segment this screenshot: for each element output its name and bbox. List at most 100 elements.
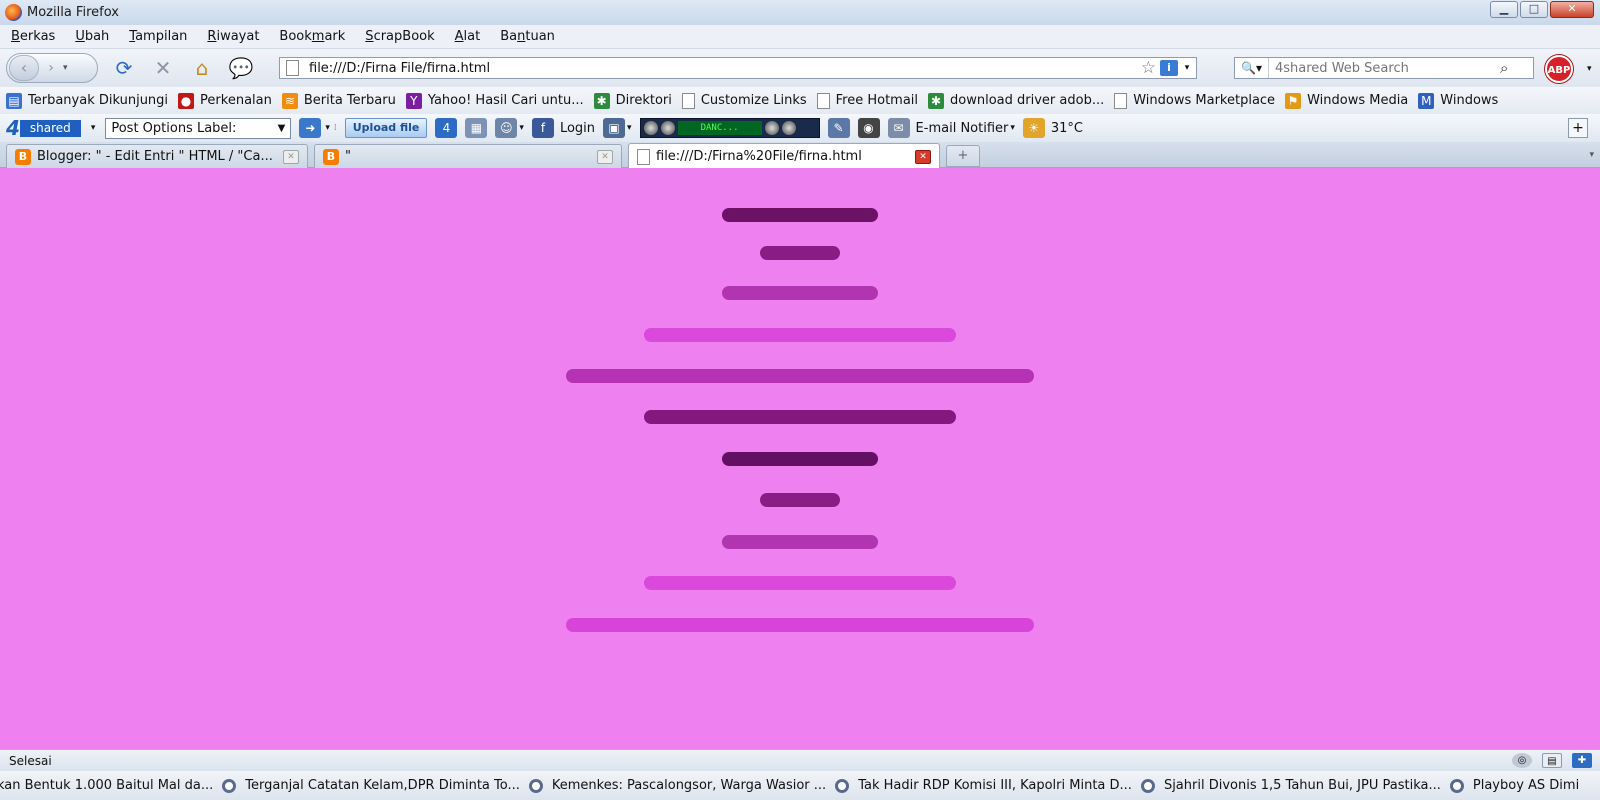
news-item[interactable]: kan Bentuk 1.000 Baitul Mal da... — [0, 778, 213, 793]
tab-blogger-edit[interactable]: B Blogger: " - Edit Entri " HTML / "Ca..… — [6, 144, 308, 168]
facebook-icon[interactable]: f — [531, 118, 554, 138]
record-icon[interactable]: ◉ — [857, 118, 880, 138]
star-icon[interactable]: ☆ — [1141, 58, 1156, 78]
notes-icon[interactable]: ▤ — [1542, 753, 1562, 768]
firefox-icon — [5, 4, 22, 21]
bookmark-item[interactable]: M Windows — [1418, 92, 1499, 109]
upload-file-button[interactable]: Upload file — [344, 118, 428, 138]
post-options-select[interactable]: Post Options Label: ▼ — [105, 117, 292, 139]
close-tab-icon[interactable]: ✕ — [597, 149, 613, 164]
weather-temperature[interactable]: 31°C — [1051, 121, 1083, 136]
bookmark-item[interactable]: Free Hotmail — [816, 92, 919, 109]
news-item[interactable]: Terganjal Catatan Kelam,DPR Diminta To..… — [222, 778, 520, 793]
bookmark-label: Perkenalan — [200, 93, 272, 108]
contacts-icon[interactable]: ☺ — [495, 118, 518, 138]
tools-icon[interactable]: ✎ — [827, 118, 850, 138]
bookmark-item[interactable]: Y Yahoo! Hasil Cari untu... — [405, 92, 584, 109]
radio-player[interactable]: DANC... — [639, 118, 820, 138]
add-toolbar-icon[interactable]: + — [1568, 118, 1588, 138]
email-notifier-button[interactable]: E-mail Notifier — [916, 121, 1009, 136]
screen-icon[interactable]: ▣ — [603, 118, 626, 138]
home-icon[interactable]: ⌂ — [189, 55, 215, 81]
menu-item[interactable]: Berkas — [11, 29, 55, 44]
player-volume-icon[interactable] — [781, 121, 796, 135]
forward-icon[interactable]: › — [39, 60, 63, 76]
weather-icon[interactable]: ☀ — [1022, 118, 1045, 138]
tab-blogger[interactable]: B " ✕ — [314, 144, 622, 168]
forward-arrow-icon[interactable]: ➜ — [299, 118, 322, 138]
info-icon[interactable]: i — [1160, 60, 1178, 76]
news-headline: Kemenkes: Pascalongsor, Warga Wasior ... — [551, 778, 827, 793]
new-tab-button[interactable]: + — [946, 145, 980, 167]
menu-item[interactable]: Bookmark — [279, 29, 345, 44]
page-icon — [637, 148, 650, 165]
reload-icon[interactable]: ⟳ — [111, 55, 137, 81]
adblock-dropdown-icon[interactable]: ▾ — [1587, 64, 1592, 74]
chevron-down-icon: ▼ — [277, 122, 286, 134]
search-engine-icon[interactable]: 🔍▾ — [1235, 58, 1269, 78]
photos-icon[interactable]: ▦ — [465, 118, 488, 138]
page-icon — [681, 92, 695, 109]
tab-firna-file[interactable]: file:///D:/Firna%20File/firna.html ✕ — [628, 143, 940, 169]
arrow-dropdown-icon[interactable]: ▾ — [325, 123, 330, 133]
menu-item[interactable]: Bantuan — [500, 29, 555, 44]
bookmark-label: Windows Marketplace — [1133, 93, 1276, 108]
history-dropdown-icon[interactable]: ▾ — [63, 63, 68, 73]
news-item[interactable]: Sjahril Divonis 1,5 Tahun Bui, JPU Pasti… — [1140, 778, 1441, 793]
news-bullet-icon — [528, 778, 543, 793]
search-input[interactable] — [1275, 60, 1500, 76]
minimize-button[interactable]: ▁ — [1490, 1, 1518, 18]
connection-icon[interactable]: ◎ — [1512, 753, 1532, 768]
news-item[interactable]: Tak Hadir RDP Komisi III, Kapolri Minta … — [835, 778, 1132, 793]
mail-icon[interactable]: ✉ — [887, 118, 910, 138]
menu-item[interactable]: Ubah — [75, 29, 109, 44]
menu-item[interactable]: Riwayat — [207, 29, 259, 44]
back-icon[interactable]: ‹ — [9, 55, 39, 81]
bookmark-label: Windows — [1440, 93, 1499, 108]
url-dropdown-icon[interactable]: ▾ — [1178, 63, 1196, 73]
bookmark-item[interactable]: ✱ Direktori — [593, 92, 672, 109]
tab-list-dropdown-icon[interactable]: ▾ — [1589, 150, 1594, 160]
player-prev-icon[interactable] — [643, 121, 658, 135]
close-tab-icon[interactable]: ✕ — [915, 149, 931, 164]
url-text[interactable]: file:///D:/Firna File/firna.html — [309, 61, 1141, 76]
bookmark-label: Free Hotmail — [835, 93, 919, 108]
status-bar: Selesai ◎ ▤ ✚ — [0, 749, 1600, 771]
bookmark-item[interactable]: ▤ Terbanyak Dikunjungi — [6, 92, 168, 109]
close-button[interactable]: ✕ — [1550, 1, 1594, 18]
bookmark-item[interactable]: ✱ download driver adob... — [928, 92, 1105, 109]
4shared-logo-number: 4 — [6, 116, 20, 140]
contacts-dropdown-icon[interactable]: ▾ — [519, 123, 524, 133]
chat-icon[interactable]: 💬 — [228, 55, 254, 81]
adblock-plus-icon[interactable]: ABP — [1545, 55, 1573, 83]
menu-item[interactable]: Tampilan — [129, 29, 187, 44]
menu-item-label: ark — [324, 29, 346, 44]
player-play-icon[interactable] — [660, 121, 675, 135]
animated-bar — [722, 286, 878, 300]
bookmark-item[interactable]: Windows Marketplace — [1114, 92, 1276, 109]
addon-status-icon[interactable]: ✚ — [1572, 753, 1592, 768]
4shared-logo[interactable]: 4 shared — [6, 116, 81, 140]
stop-icon[interactable]: ✕ — [150, 55, 176, 81]
menu-item[interactable]: ScrapBook — [365, 29, 434, 44]
maximize-button[interactable]: □ — [1520, 1, 1548, 18]
news-item[interactable]: Kemenkes: Pascalongsor, Warga Wasior ... — [528, 778, 827, 793]
bookmark-item[interactable]: ● Perkenalan — [178, 92, 272, 109]
4shared-icon[interactable]: 4 — [435, 118, 458, 138]
bookmark-item[interactable]: ⚑ Windows Media — [1285, 92, 1408, 109]
bookmark-item[interactable]: ≋ Berita Terbaru — [281, 92, 396, 109]
player-next-icon[interactable] — [764, 121, 779, 135]
bookmark-item[interactable]: Customize Links — [681, 92, 807, 109]
menu-item[interactable]: Alat — [455, 29, 481, 44]
login-link[interactable]: Login — [560, 121, 595, 136]
animated-bar — [644, 576, 956, 590]
screen-dropdown-icon[interactable]: ▾ — [627, 123, 632, 133]
address-bar[interactable]: file:///D:/Firna File/firna.html ☆ i ▾ — [279, 57, 1197, 79]
search-icon[interactable]: ⌕ — [1500, 59, 1508, 77]
close-tab-icon[interactable]: ✕ — [283, 149, 299, 164]
blogger-icon: B — [323, 148, 339, 165]
4shared-dropdown-icon[interactable]: ▾ — [91, 123, 96, 133]
email-dropdown-icon[interactable]: ▾ — [1010, 123, 1015, 133]
news-item[interactable]: Playboy AS Dimi — [1449, 778, 1579, 793]
bookmark-label: download driver adob... — [950, 93, 1105, 108]
